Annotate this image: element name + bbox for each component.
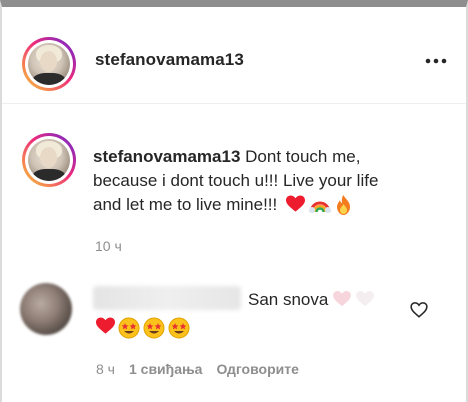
header-avatar[interactable]	[22, 37, 76, 91]
reply-button[interactable]: Одговорите	[216, 361, 298, 377]
like-heart-icon[interactable]	[410, 301, 428, 319]
star-struck-emoji	[168, 317, 190, 339]
header-username[interactable]: stefanovamama13	[95, 50, 244, 70]
pale-heart-emoji	[333, 291, 351, 307]
caption-line-3: and let me to live mine!!!	[93, 195, 278, 214]
reply-text: San snova	[248, 290, 374, 310]
red-heart-emoji	[286, 195, 305, 212]
caption-text: stefanovamama13 Dont touch me, because i…	[93, 145, 423, 217]
star-struck-emoji	[118, 317, 140, 339]
reply-username-blurred[interactable]	[93, 286, 241, 310]
reply-meta: 8 ч 1 свиђања Одговорите	[96, 361, 299, 377]
caption-emojis	[286, 195, 352, 215]
fire-emoji	[337, 195, 350, 215]
caption-username[interactable]: stefanovamama13	[93, 147, 240, 166]
reply-emojis	[96, 317, 190, 339]
pale-heart-emoji	[355, 291, 374, 307]
caption-line-2: because i dont touch u!!! Live your life	[93, 171, 379, 190]
rainbow-emoji	[309, 201, 331, 213]
caption-timestamp[interactable]: 10 ч	[95, 238, 122, 254]
star-struck-emoji	[143, 317, 165, 339]
caption-line-1: Dont touch me,	[245, 147, 361, 166]
caption-avatar[interactable]	[22, 133, 76, 187]
reply-text-label: San snova	[248, 290, 329, 309]
reply-avatar[interactable]	[20, 283, 72, 335]
more-horizontal-icon[interactable]	[424, 53, 448, 69]
post-header: stefanovamama13	[2, 7, 466, 104]
reply-likes-count[interactable]: 1 свиђања	[129, 361, 203, 377]
reply-timestamp[interactable]: 8 ч	[96, 361, 115, 377]
red-heart-emoji	[96, 317, 115, 334]
